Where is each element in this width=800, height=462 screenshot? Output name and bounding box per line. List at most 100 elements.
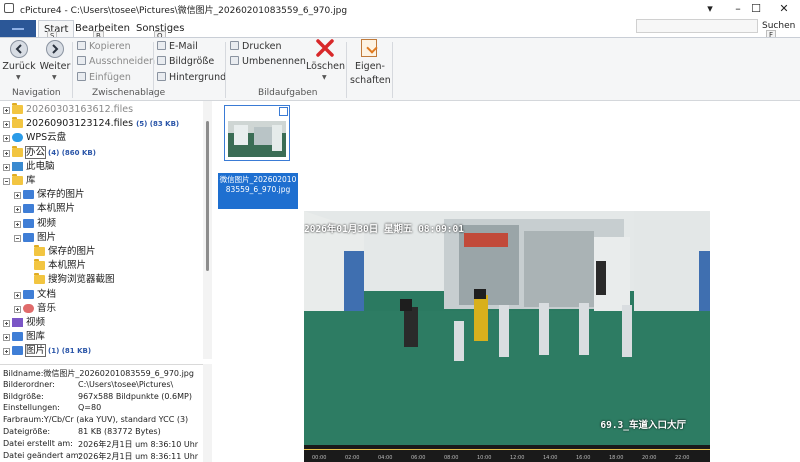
delete-x-icon [316, 39, 334, 60]
lib-icon [23, 190, 34, 200]
expand-icon[interactable] [3, 348, 10, 356]
info-label: Bilderordner: [3, 379, 56, 389]
tree-item[interactable]: 保存的图片 [0, 245, 203, 259]
forward-dropdown-icon[interactable]: ▼ [52, 74, 57, 81]
expand-icon[interactable] [3, 121, 10, 129]
thumbnail-caption: 微信图片_20260201083559_6_970.jpg [218, 173, 298, 209]
tree-item[interactable]: 音乐 [0, 302, 203, 316]
tree-item[interactable]: 20260903123124.files (5) (83 KB) [0, 117, 203, 131]
application-menu-button[interactable] [0, 20, 36, 38]
tree-item-count: (4) (860 KB) [48, 148, 96, 157]
app-window: cPicture4 - C:\Users\tosee\Pictures\微信图片… [0, 0, 800, 462]
expand-icon[interactable] [14, 220, 21, 228]
expand-icon[interactable] [3, 163, 10, 171]
tree-item-label: 20260903123124.files (5) (83 KB) [26, 117, 179, 131]
paste-button[interactable]: Einfügen [77, 72, 131, 86]
tree-item-text: 库 [26, 175, 36, 186]
tree-scrollbar[interactable] [203, 101, 212, 359]
info-value: Y/Cb/Cr (aka YUV), standard YCC (3) [43, 415, 189, 425]
back-dropdown-icon[interactable]: ▼ [16, 74, 21, 81]
tree-item[interactable]: 办公 (4) (860 KB) [0, 145, 203, 160]
timeline-tick-label: 02:00 [345, 455, 360, 461]
tree-scrollbar-thumb[interactable] [206, 121, 209, 271]
cut-button[interactable]: Ausschneiden [77, 56, 155, 70]
tree-item[interactable]: 此电脑 [0, 160, 203, 174]
app-icon[interactable] [4, 3, 14, 13]
delete-dropdown-icon[interactable]: ▼ [322, 74, 327, 81]
email-icon [157, 41, 166, 50]
tree-item[interactable]: 视频 [0, 316, 203, 330]
tree-item[interactable]: 库 [0, 174, 203, 188]
ribbon: Zurück ▼ Weiter ▼ Navigation Kopieren Au… [0, 37, 800, 101]
lib-icon [23, 204, 34, 214]
tree-item[interactable]: 保存的图片 [0, 188, 203, 202]
tree-item-text: 搜狗浏览器截图 [48, 274, 115, 286]
delete-label: Löschen [306, 61, 345, 72]
rename-label: Umbenennen [242, 56, 306, 67]
wallpaper-label: Hintergrund [169, 72, 227, 83]
properties-label-line2: schaften [350, 75, 391, 86]
rename-button[interactable]: Umbenennen [230, 56, 306, 70]
tree-item[interactable]: WPS云盘 [0, 131, 203, 145]
folder-icon [34, 245, 45, 256]
wallpaper-icon [157, 72, 166, 81]
tree-item[interactable]: 图片 (1) (81 KB) [0, 344, 203, 358]
expand-icon[interactable] [3, 149, 10, 157]
tree-item[interactable]: 本机照片 [0, 202, 203, 216]
tree-item[interactable]: 视频 [0, 217, 203, 231]
wallpaper-button[interactable]: Hintergrund [157, 72, 226, 86]
info-scrollbar[interactable] [203, 364, 212, 462]
timeline-tick-label: 22:00 [675, 455, 690, 461]
expand-icon[interactable] [3, 334, 10, 342]
expand-icon[interactable] [14, 291, 21, 299]
tree-item[interactable]: 20260303163612.files [0, 103, 203, 117]
tree-item-label: 音乐 [37, 302, 56, 316]
group-label-tasks: Bildaufgaben [258, 88, 318, 98]
expand-icon[interactable] [14, 206, 21, 214]
image-info-panel: Bildname:微信图片_20260201083559_6_970.jpg Bi… [0, 364, 212, 462]
tree-item-text: 保存的图片 [37, 189, 85, 201]
expand-icon[interactable] [3, 135, 10, 143]
tree-item-text: 本机照片 [37, 203, 76, 215]
preview-scrollbar[interactable] [790, 101, 800, 462]
tree-item-label: 文档 [37, 288, 56, 302]
collapse-icon[interactable] [14, 234, 21, 242]
expand-icon[interactable] [14, 192, 21, 200]
tree-item-text: 图库 [26, 331, 46, 343]
tree-item[interactable]: 文档 [0, 288, 203, 302]
info-value: Q=80 [78, 403, 102, 413]
tree-item-label: 本机照片 [48, 259, 86, 273]
info-label: Bildname: [3, 369, 44, 378]
tree-item-text: 音乐 [37, 302, 57, 314]
video-icon [12, 318, 23, 327]
tree-item[interactable]: 搜狗浏览器截图 [0, 273, 203, 287]
folder-tree[interactable]: 20260303163612.files 20260903123124.files… [0, 101, 212, 359]
info-row: Bildgröße: 967x588 Bildpunkte (0.6MP) [3, 392, 192, 404]
expand-icon[interactable] [3, 320, 10, 327]
timeline-tick-label: 04:00 [378, 455, 393, 461]
tree-item[interactable]: 本机照片 [0, 259, 203, 273]
resize-button[interactable]: Bildgröße [157, 56, 214, 70]
thumbnail-checkbox[interactable] [279, 107, 288, 116]
folder-icon [34, 259, 45, 271]
tree-item-label: 视频 [37, 217, 56, 231]
thumbnail-item[interactable]: 微信图片_20260201083559_6_970.jpg [218, 103, 298, 209]
arrow-right-icon [46, 40, 64, 58]
print-label: Drucken [242, 41, 282, 52]
expand-icon[interactable] [14, 305, 21, 313]
print-button[interactable]: Drucken [230, 41, 282, 55]
expand-icon[interactable] [3, 107, 10, 114]
search-input[interactable] [636, 19, 758, 33]
group-label-clipboard: Zwischenablage [92, 88, 166, 98]
preview-photo: 2026年01月30日 星期五 08:09:01 69.3_车道入口大厅 00:… [304, 211, 710, 462]
close-button[interactable]: ✕ [766, 0, 800, 18]
back-label: Zurück [2, 61, 36, 72]
cloud-icon [12, 133, 23, 143]
properties-button[interactable]: Eigen- schaften [350, 38, 391, 86]
tree-item[interactable]: 图片 [0, 231, 203, 245]
collapse-icon[interactable] [3, 178, 10, 185]
tree-item[interactable]: 图库 [0, 330, 203, 344]
copy-button[interactable]: Kopieren [77, 41, 131, 55]
tree-item-label: 办公 (4) (860 KB) [24, 145, 96, 160]
email-button[interactable]: E-Mail [157, 41, 198, 55]
